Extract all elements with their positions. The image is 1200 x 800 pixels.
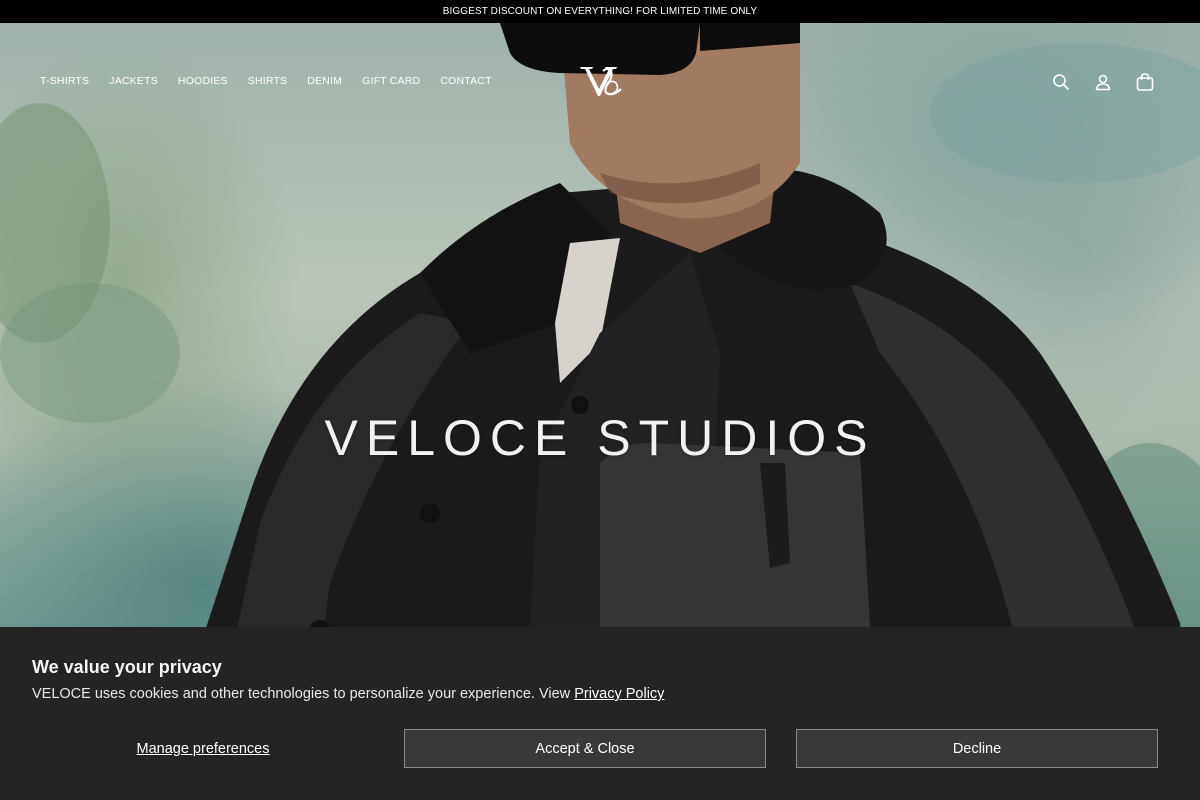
veloce-logo-icon[interactable]	[577, 63, 625, 99]
nav-item-jackets[interactable]: JACKETS	[109, 75, 158, 87]
decline-button[interactable]: Decline	[796, 729, 1158, 768]
header-actions	[1050, 71, 1156, 93]
main-nav: T-SHIRTS JACKETS HOODIES SHIRTS DENIM GI…	[40, 75, 512, 87]
announcement-bar: BIGGEST DISCOUNT ON EVERYTHING! FOR LIMI…	[0, 0, 1200, 23]
nav-item-hoodies[interactable]: HOODIES	[178, 75, 228, 87]
accept-close-button[interactable]: Accept & Close	[404, 729, 766, 768]
nav-item-contact[interactable]: CONTACT	[440, 75, 491, 87]
cart-icon[interactable]	[1134, 71, 1156, 93]
privacy-policy-link[interactable]: Privacy Policy	[574, 686, 664, 702]
search-icon[interactable]	[1050, 71, 1072, 93]
nav-item-denim[interactable]: DENIM	[307, 75, 342, 87]
nav-item-gift-card[interactable]: GIFT CARD	[362, 75, 420, 87]
hero-title: VELOCE STUDIOS	[324, 410, 876, 466]
cookie-description: VELOCE uses cookies and other technologi…	[32, 686, 664, 702]
cookie-banner: We value your privacy VELOCE uses cookie…	[0, 627, 1200, 800]
cookie-heading: We value your privacy	[32, 657, 222, 677]
nav-item-shirts[interactable]: SHIRTS	[248, 75, 288, 87]
manage-preferences-button[interactable]: Manage preferences	[32, 729, 374, 768]
announcement-text: BIGGEST DISCOUNT ON EVERYTHING! FOR LIMI…	[442, 6, 758, 17]
cookie-description-text: VELOCE uses cookies and other technologi…	[32, 686, 575, 702]
nav-item-t-shirts[interactable]: T-SHIRTS	[40, 75, 89, 87]
account-icon[interactable]	[1092, 71, 1114, 93]
